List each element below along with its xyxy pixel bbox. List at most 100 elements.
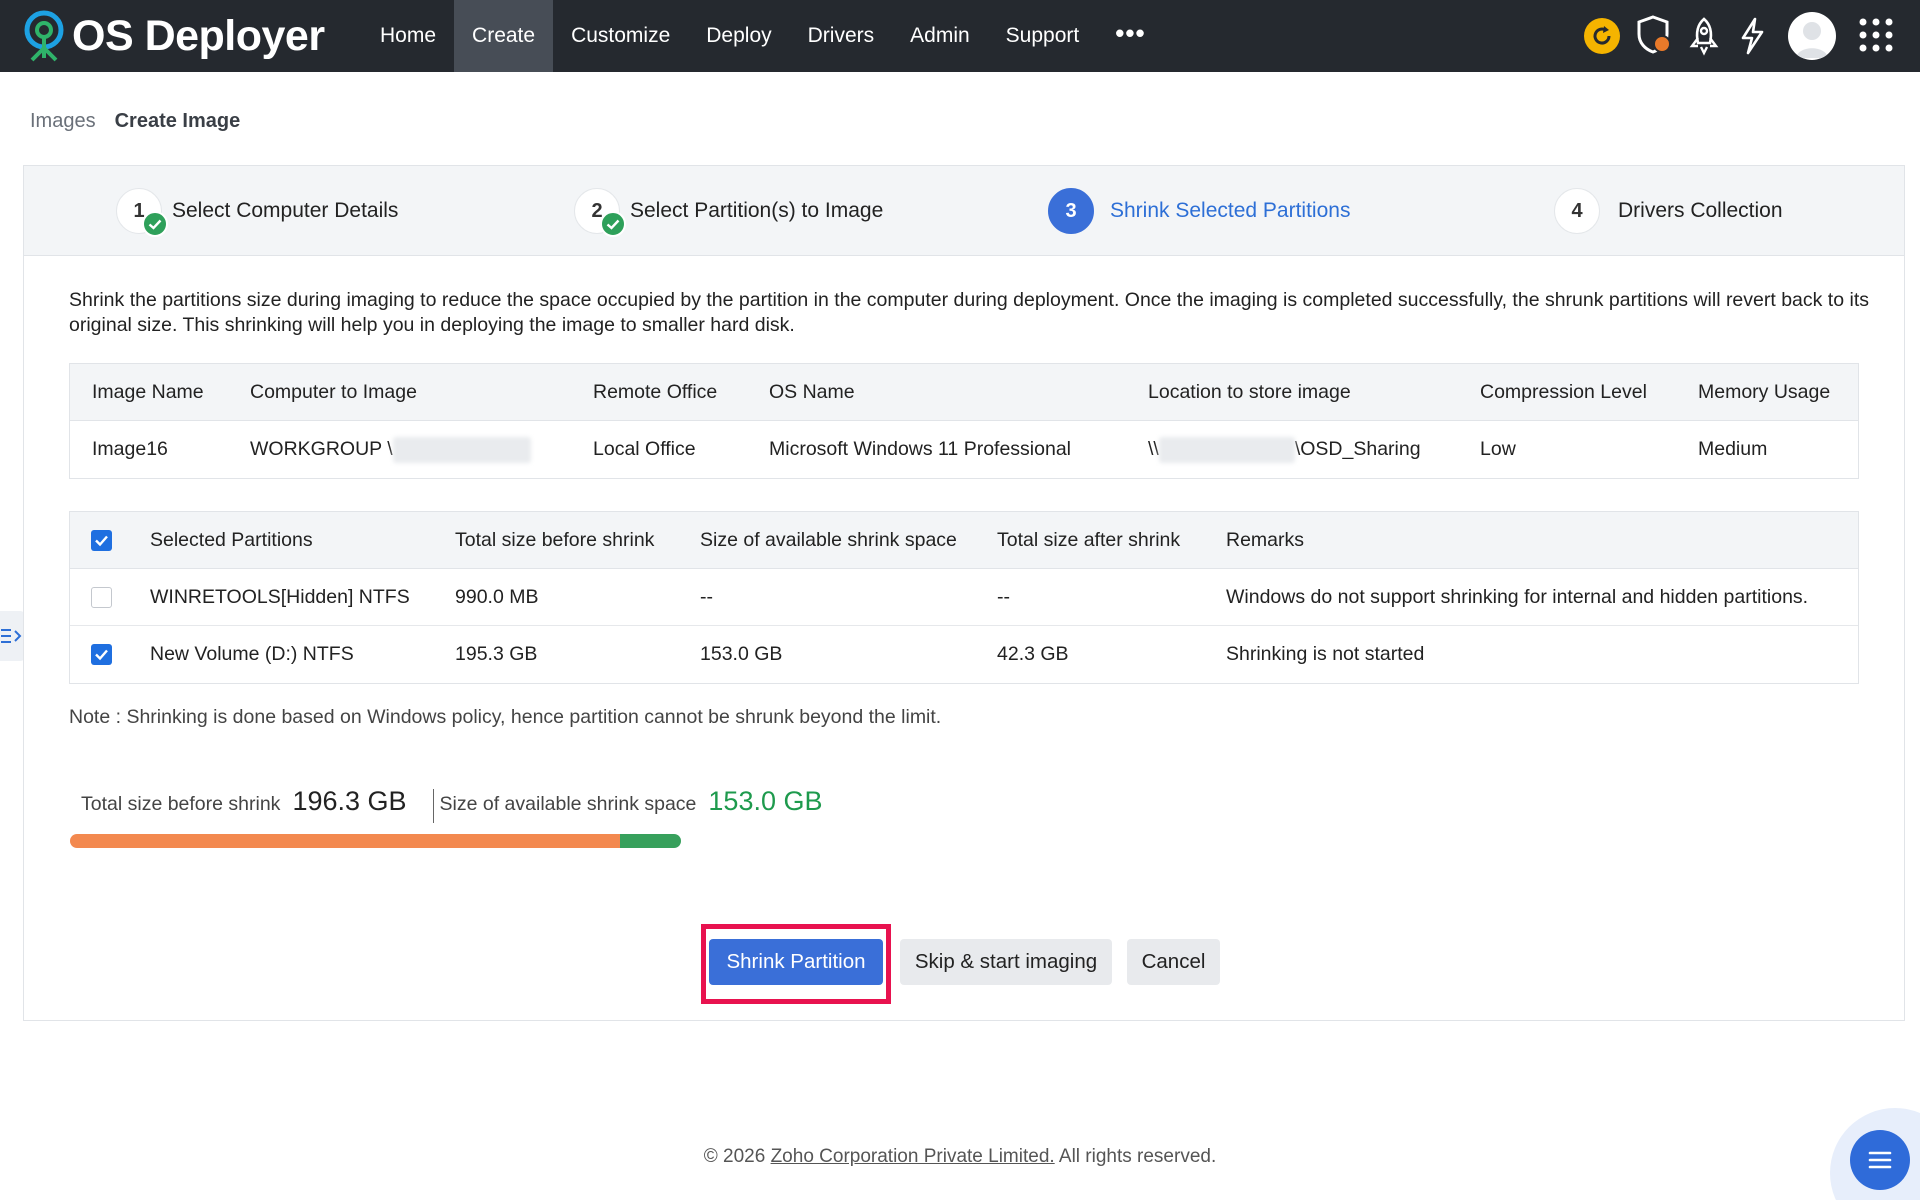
avatar[interactable]	[1788, 12, 1836, 60]
check-icon	[600, 211, 626, 237]
bar-available-segment	[620, 834, 682, 848]
cell-after: --	[997, 586, 1010, 608]
step-4-number: 4	[1554, 188, 1600, 234]
rocket-icon[interactable]	[1686, 16, 1722, 56]
nav-home[interactable]: Home	[362, 0, 454, 72]
shrink-note: Note : Shrinking is done based on Window…	[69, 706, 942, 728]
header-before-shrink: Total size before shrink	[455, 529, 655, 551]
summary-available-value: 153.0 GB	[708, 786, 823, 816]
header-remote-office: Remote Office	[593, 381, 718, 403]
location-prefix: \\	[1148, 438, 1159, 460]
table-row: New Volume (D:) NTFS 195.3 GB 153.0 GB 4…	[70, 626, 1858, 683]
header-available-shrink: Size of available shrink space	[700, 529, 957, 551]
step-1-number: 1	[116, 188, 168, 237]
summary-available-label: Size of available shrink space	[439, 793, 697, 815]
cell-computer: WORKGROUP \	[250, 421, 531, 478]
shield-icon[interactable]	[1636, 14, 1674, 56]
step-2: 2 Select Partition(s) to Image	[574, 188, 884, 237]
cell-remote-office: Local Office	[593, 438, 696, 460]
cell-remarks: Windows do not support shrinking for int…	[1226, 586, 1809, 608]
nav-customize[interactable]: Customize	[553, 0, 688, 72]
select-all-checkbox[interactable]	[91, 530, 112, 551]
step-2-number: 2	[574, 188, 626, 237]
cell-location: \\ \OSD_Sharing	[1148, 421, 1421, 478]
breadcrumb: Images Create Image	[30, 110, 240, 133]
side-panel-toggle-icon	[1, 629, 22, 643]
shrink-summary: Total size before shrink 196.3 GB Size o…	[81, 786, 822, 826]
footer-company-link[interactable]: Zoho Corporation Private Limited.	[771, 1146, 1055, 1167]
header-remarks: Remarks	[1226, 529, 1305, 551]
wizard-steps: 1 Select Computer Details 2 Select Parti…	[24, 166, 1904, 256]
partition-table: Selected Partitions Total size before sh…	[69, 511, 1859, 684]
app-logo[interactable]: OS Deployer	[20, 10, 325, 62]
apps-grid-icon[interactable]	[1858, 17, 1894, 53]
location-suffix: \OSD_Sharing	[1294, 438, 1421, 460]
cell-image-name: Image16	[92, 438, 168, 460]
app-name: OS Deployer	[72, 11, 325, 60]
image-info-table: Image Name Computer to Image Remote Offi…	[69, 363, 1859, 479]
nav-deploy[interactable]: Deploy	[688, 0, 789, 72]
check-icon	[142, 211, 168, 237]
header-compression: Compression Level	[1480, 381, 1647, 403]
cell-remarks: Shrinking is not started	[1226, 643, 1425, 665]
footer-suffix: All rights reserved.	[1054, 1146, 1217, 1167]
redacted-computer-name	[392, 436, 531, 463]
summary-divider	[432, 789, 434, 823]
cell-compression: Low	[1480, 438, 1516, 460]
refresh-icon[interactable]	[1582, 16, 1622, 56]
bar-used-segment	[70, 834, 621, 848]
step-1: 1 Select Computer Details	[116, 188, 399, 237]
header-location: Location to store image	[1148, 381, 1351, 403]
nav-create[interactable]: Create	[454, 0, 554, 72]
main-nav: Home Create Customize Deploy Drivers Adm…	[362, 0, 1164, 72]
skip-start-imaging-button[interactable]: Skip & start imaging	[900, 939, 1112, 985]
create-image-card: 1 Select Computer Details 2 Select Parti…	[23, 165, 1905, 1021]
step-3-label: Shrink Selected Partitions	[1110, 199, 1351, 222]
step-1-label: Select Computer Details	[172, 199, 399, 222]
cell-memory: Medium	[1698, 438, 1768, 460]
header-memory: Memory Usage	[1698, 381, 1831, 403]
cell-partition: WINRETOOLS[Hidden] NTFS	[150, 586, 410, 608]
footer: © 2026 Zoho Corporation Private Limited.…	[0, 1146, 1920, 1168]
logo-icon	[24, 10, 64, 62]
user-silhouette-icon	[1796, 22, 1828, 58]
row-checkbox[interactable]	[91, 587, 112, 608]
footer-prefix: © 2026	[703, 1146, 771, 1167]
table-header: Image Name Computer to Image Remote Offi…	[70, 364, 1858, 421]
cell-after: 42.3 GB	[997, 643, 1069, 665]
step-3: 3 Shrink Selected Partitions	[1048, 188, 1350, 234]
computer-prefix: WORKGROUP \	[250, 438, 393, 460]
row-checkbox[interactable]	[91, 644, 112, 665]
breadcrumb-images-link[interactable]: Images	[30, 110, 96, 133]
cell-partition: New Volume (D:) NTFS	[150, 643, 354, 665]
step-4: 4 Drivers Collection	[1554, 188, 1783, 234]
nav-admin[interactable]: Admin	[892, 0, 988, 72]
shrink-progress-bar	[70, 834, 820, 848]
help-menu-button[interactable]	[1850, 1130, 1910, 1190]
placeholder	[1299, 16, 1339, 56]
header-after-shrink: Total size after shrink	[997, 529, 1181, 551]
table-row: WINRETOOLS[Hidden] NTFS 990.0 MB -- -- W…	[70, 569, 1858, 626]
summary-total-label: Total size before shrink	[81, 793, 281, 815]
step-4-label: Drivers Collection	[1618, 199, 1783, 222]
table-header: Selected Partitions Total size before sh…	[70, 512, 1858, 569]
cell-before: 990.0 MB	[455, 586, 539, 608]
top-navbar: OS Deployer Home Create Customize Deploy…	[0, 0, 1920, 72]
header-computer: Computer to Image	[250, 381, 417, 403]
shrink-description: Shrink the partitions size during imagin…	[69, 289, 1869, 336]
summary-total-value: 196.3 GB	[292, 786, 407, 816]
cancel-button[interactable]: Cancel	[1127, 939, 1220, 985]
header-image-name: Image Name	[92, 381, 204, 403]
table-row: Image16 WORKGROUP \ Local Office Microso…	[70, 421, 1858, 478]
shrink-partition-button[interactable]: Shrink Partition	[709, 939, 883, 985]
header-selected-partitions: Selected Partitions	[150, 529, 313, 551]
nav-support[interactable]: Support	[988, 0, 1098, 72]
lightning-icon[interactable]	[1736, 16, 1768, 56]
step-2-label: Select Partition(s) to Image	[630, 199, 884, 222]
breadcrumb-current: Create Image	[114, 110, 241, 132]
nav-more-button[interactable]: •••	[1097, 0, 1163, 72]
cell-before: 195.3 GB	[455, 643, 538, 665]
help-menu-icon	[1868, 1151, 1892, 1169]
nav-drivers[interactable]: Drivers	[790, 0, 893, 72]
cell-available: 153.0 GB	[700, 643, 783, 665]
